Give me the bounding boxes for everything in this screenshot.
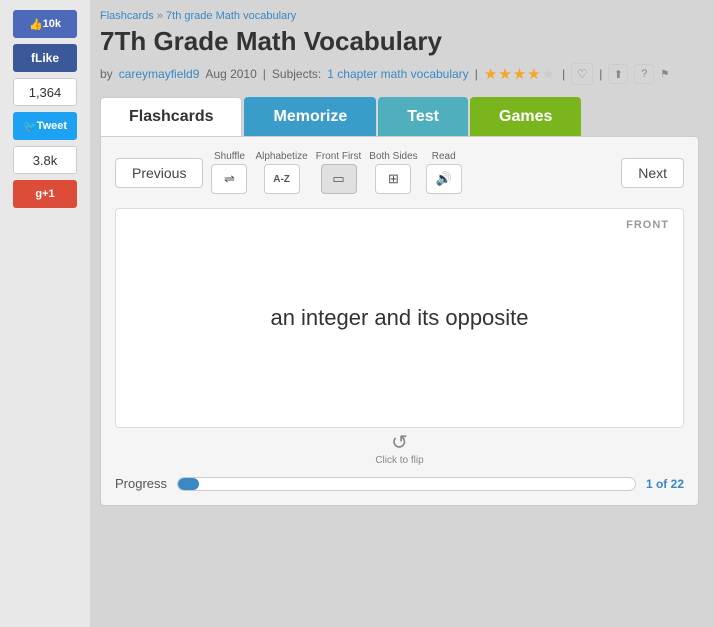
favorite-button[interactable]: ♡ [571,63,593,85]
date-text: Aug 2010 [205,67,256,81]
alphabetize-button[interactable]: A-Z [264,164,300,194]
thumbs-count: 10k [43,18,61,30]
previous-button[interactable]: Previous [115,158,203,188]
flip-icon[interactable]: ↺ [391,430,408,455]
tweet-button[interactable]: 🐦 Tweet [13,112,77,140]
subjects-link[interactable]: 1 chapter math vocabulary [327,67,468,81]
tab-games[interactable]: Games [470,97,581,136]
breadcrumb-home-link[interactable]: Flashcards [100,10,154,22]
facebook-like-button[interactable]: f Like [13,44,77,72]
like-count: 1,364 [13,78,77,106]
progress-row: Progress 1 of 22 [115,476,684,491]
tab-memorize[interactable]: Memorize [244,97,376,136]
flashcard-panel: Previous Shuffle ⇌ Alphabetize A-Z Front… [100,136,699,506]
gplus-icon: g+ [35,188,48,200]
help-button[interactable]: ? [634,64,654,84]
flip-label: Click to flip [375,455,423,466]
alphabetize-control: Alphabetize A-Z [255,151,307,194]
facebook-label: Like [35,51,59,65]
tweet-count: 3.8k [13,146,77,174]
sidebar: 👍 10k f Like 1,364 🐦 Tweet 3.8k g+ 1 [0,0,90,627]
shuffle-label: Shuffle [214,151,245,162]
tweet-label: Tweet [37,120,67,132]
stars-display: ★★★★★ [484,65,556,83]
both-sides-control: Both Sides ⊞ [369,151,417,194]
main-content: Flashcards » 7th grade Math vocabulary 7… [90,0,714,627]
front-first-control: Front First ▭ [316,151,362,194]
by-label: by [100,67,113,81]
thumbs-up-icon: 👍 [29,18,43,31]
card-face-label: FRONT [626,219,669,231]
subjects-label: Subjects: [272,67,321,81]
progress-text: 1 of 22 [646,477,684,491]
controls-row: Previous Shuffle ⇌ Alphabetize A-Z Front… [115,151,684,194]
shuffle-button[interactable]: ⇌ [211,164,247,194]
shuffle-control: Shuffle ⇌ [211,151,247,194]
meta-divider-3: | [562,67,565,81]
gplus-button[interactable]: g+ 1 [13,180,77,208]
progress-bar-fill [178,478,199,490]
author-link[interactable]: careymayfield9 [119,67,200,81]
tabs: Flashcards Memorize Test Games [100,97,699,136]
progress-total: 22 [671,477,684,491]
next-button[interactable]: Next [621,158,684,188]
card-area[interactable]: FRONT an integer and its opposite [115,208,684,428]
progress-current: 1 [646,477,653,491]
flip-area: ↺ Click to flip [115,430,684,466]
share-button[interactable]: ⬆ [608,64,628,84]
meta-divider-2: | [475,67,478,81]
read-button[interactable]: 🔊 [426,164,462,194]
meta-divider-4: | [599,67,602,81]
front-first-label: Front First [316,151,362,162]
breadcrumb: Flashcards » 7th grade Math vocabulary [100,10,699,22]
thumbs-up-button[interactable]: 👍 10k [13,10,77,38]
breadcrumb-current-link[interactable]: 7th grade Math vocabulary [166,10,296,22]
meta-row: by careymayfield9 Aug 2010 | Subjects: 1… [100,63,699,85]
progress-bar [177,477,636,491]
alphabetize-label: Alphabetize [255,151,307,162]
read-label: Read [432,151,456,162]
progress-separator: of [656,477,671,491]
read-control: Read 🔊 [426,151,462,194]
both-sides-button[interactable]: ⊞ [375,164,411,194]
breadcrumb-separator: » [157,10,166,22]
both-sides-label: Both Sides [369,151,417,162]
gplus-label: 1 [49,188,55,200]
card-content: an integer and its opposite [250,285,548,351]
meta-divider-1: | [263,67,266,81]
progress-label: Progress [115,476,167,491]
twitter-icon: 🐦 [23,120,37,133]
page-title: 7Th Grade Math Vocabulary [100,26,699,57]
front-first-button[interactable]: ▭ [321,164,357,194]
tab-test[interactable]: Test [378,97,468,136]
tab-flashcards[interactable]: Flashcards [100,97,242,136]
flag-icon[interactable]: ⚑ [660,69,669,80]
